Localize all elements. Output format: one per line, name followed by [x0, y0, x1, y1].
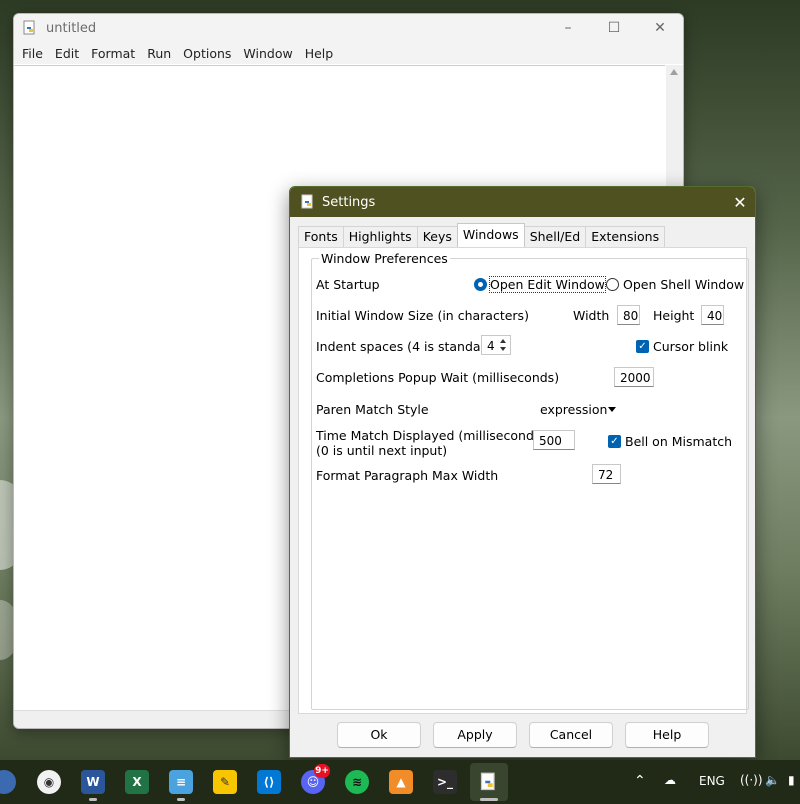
vscode-icon[interactable]: ⟨⟩	[257, 770, 281, 794]
paren-style-label: Paren Match Style	[316, 402, 429, 417]
group-title: Window Preferences	[319, 251, 450, 266]
at-startup-label: At Startup	[316, 277, 380, 292]
dropdown-arrow-icon[interactable]	[608, 407, 616, 412]
menu-format[interactable]: Format	[85, 46, 141, 61]
radio-open-shell-window[interactable]	[606, 278, 619, 291]
spotify-icon[interactable]: ≋	[345, 770, 369, 794]
tab-fonts[interactable]: Fonts	[298, 226, 344, 247]
time-match-input[interactable]: 500	[533, 430, 575, 450]
menu-run[interactable]: Run	[141, 46, 177, 61]
time-match-sublabel: (0 is until next input)	[316, 443, 448, 458]
settings-titlebar[interactable]: Settings ✕	[290, 187, 755, 217]
tab-highlights[interactable]: Highlights	[342, 226, 418, 247]
width-label: Width	[573, 308, 610, 323]
settings-close-button[interactable]: ✕	[725, 193, 755, 212]
python-idle-icon	[23, 20, 35, 35]
open-shell-window-label[interactable]: Open Shell Window	[623, 277, 744, 292]
cancel-button[interactable]: Cancel	[529, 722, 613, 748]
width-input[interactable]: 80	[617, 305, 640, 325]
app-icon-orange[interactable]: ▲	[389, 770, 413, 794]
settings-tabs: Fonts Highlights Keys Windows Shell/Ed E…	[298, 223, 666, 247]
show-hidden-icons-chevron-up-icon[interactable]: ⌃	[634, 773, 646, 789]
taskbar-app-icon[interactable]	[0, 770, 16, 794]
tab-keys[interactable]: Keys	[416, 226, 458, 247]
help-button[interactable]: Help	[625, 722, 709, 748]
window-preferences-group	[311, 258, 749, 710]
cursor-blink-label[interactable]: Cursor blink	[653, 339, 728, 354]
height-input[interactable]: 40	[701, 305, 724, 325]
completions-label: Completions Popup Wait (milliseconds)	[316, 370, 560, 385]
python-idle-icon	[301, 194, 313, 209]
menu-edit[interactable]: Edit	[49, 46, 85, 61]
active-indicator	[480, 798, 498, 801]
time-match-label: Time Match Displayed (milliseconds)	[316, 428, 546, 443]
taskbar-chrome-icon[interactable]: ◉	[37, 770, 61, 794]
python-idle-icon	[480, 772, 495, 791]
radio-open-edit-window[interactable]	[474, 278, 487, 291]
window-size-label: Initial Window Size (in characters)	[316, 308, 529, 323]
paragraph-width-input[interactable]: 72	[592, 464, 621, 484]
cloud-sync-icon[interactable]: ☁	[664, 773, 676, 787]
running-indicator	[177, 798, 185, 801]
menu-bar: File Edit Format Run Options Window Help	[14, 42, 683, 64]
volume-icon[interactable]: 🔈	[765, 773, 780, 787]
language-indicator[interactable]: ENG	[699, 774, 725, 788]
editor-titlebar[interactable]: untitled – ☐ ✕	[14, 14, 683, 42]
indent-label: Indent spaces (4 is standard)	[316, 339, 499, 354]
menu-help[interactable]: Help	[299, 46, 340, 61]
editor-title: untitled	[46, 20, 97, 36]
completions-input[interactable]: 2000	[614, 367, 654, 387]
indent-spinner-arrows[interactable]	[497, 335, 509, 355]
tab-shell-ed[interactable]: Shell/Ed	[523, 226, 587, 247]
settings-title: Settings	[322, 194, 376, 210]
height-label: Height	[653, 308, 695, 323]
maximize-button[interactable]: ☐	[591, 14, 637, 42]
wifi-icon[interactable]: ((·))	[740, 773, 763, 787]
apply-button[interactable]: Apply	[433, 722, 517, 748]
cursor-blink-checkbox[interactable]: ✓	[636, 340, 649, 353]
word-icon[interactable]: W	[81, 770, 105, 794]
windows-tab-panel: Window Preferences At Startup Open Edit …	[298, 247, 749, 714]
bell-on-mismatch-label[interactable]: Bell on Mismatch	[625, 434, 732, 449]
sticky-notes-icon[interactable]: ✎	[213, 770, 237, 794]
taskbar: ◉ W X ≡ ✎ ⟨⟩ ☺ 9+ ≋ ▲ >_ ⌃ ☁ ENG ((·)) 🔈…	[0, 760, 800, 804]
idle-taskbar-button[interactable]	[470, 763, 508, 801]
ok-button[interactable]: Ok	[337, 722, 421, 748]
open-edit-window-label[interactable]: Open Edit Window	[489, 276, 606, 293]
notepad-icon[interactable]: ≡	[169, 770, 193, 794]
spin-down-icon[interactable]	[500, 347, 506, 351]
discord-badge: 9+	[314, 764, 330, 778]
menu-options[interactable]: Options	[177, 46, 237, 61]
tab-windows[interactable]: Windows	[456, 223, 525, 247]
running-indicator	[89, 798, 97, 801]
minimize-button[interactable]: –	[545, 14, 591, 42]
battery-icon[interactable]: ▮	[788, 773, 795, 787]
bell-on-mismatch-checkbox[interactable]: ✓	[608, 435, 621, 448]
paren-style-select[interactable]: expression	[540, 402, 607, 417]
scroll-up-icon[interactable]	[670, 69, 678, 75]
settings-dialog: Settings ✕ Fonts Highlights Keys Windows…	[289, 186, 756, 758]
menu-window[interactable]: Window	[237, 46, 298, 61]
spin-up-icon[interactable]	[500, 339, 506, 343]
terminal-icon[interactable]: >_	[433, 770, 457, 794]
excel-icon[interactable]: X	[125, 770, 149, 794]
close-button[interactable]: ✕	[637, 14, 683, 42]
paragraph-width-label: Format Paragraph Max Width	[316, 468, 499, 483]
menu-file[interactable]: File	[16, 46, 49, 61]
tab-extensions[interactable]: Extensions	[585, 226, 666, 247]
